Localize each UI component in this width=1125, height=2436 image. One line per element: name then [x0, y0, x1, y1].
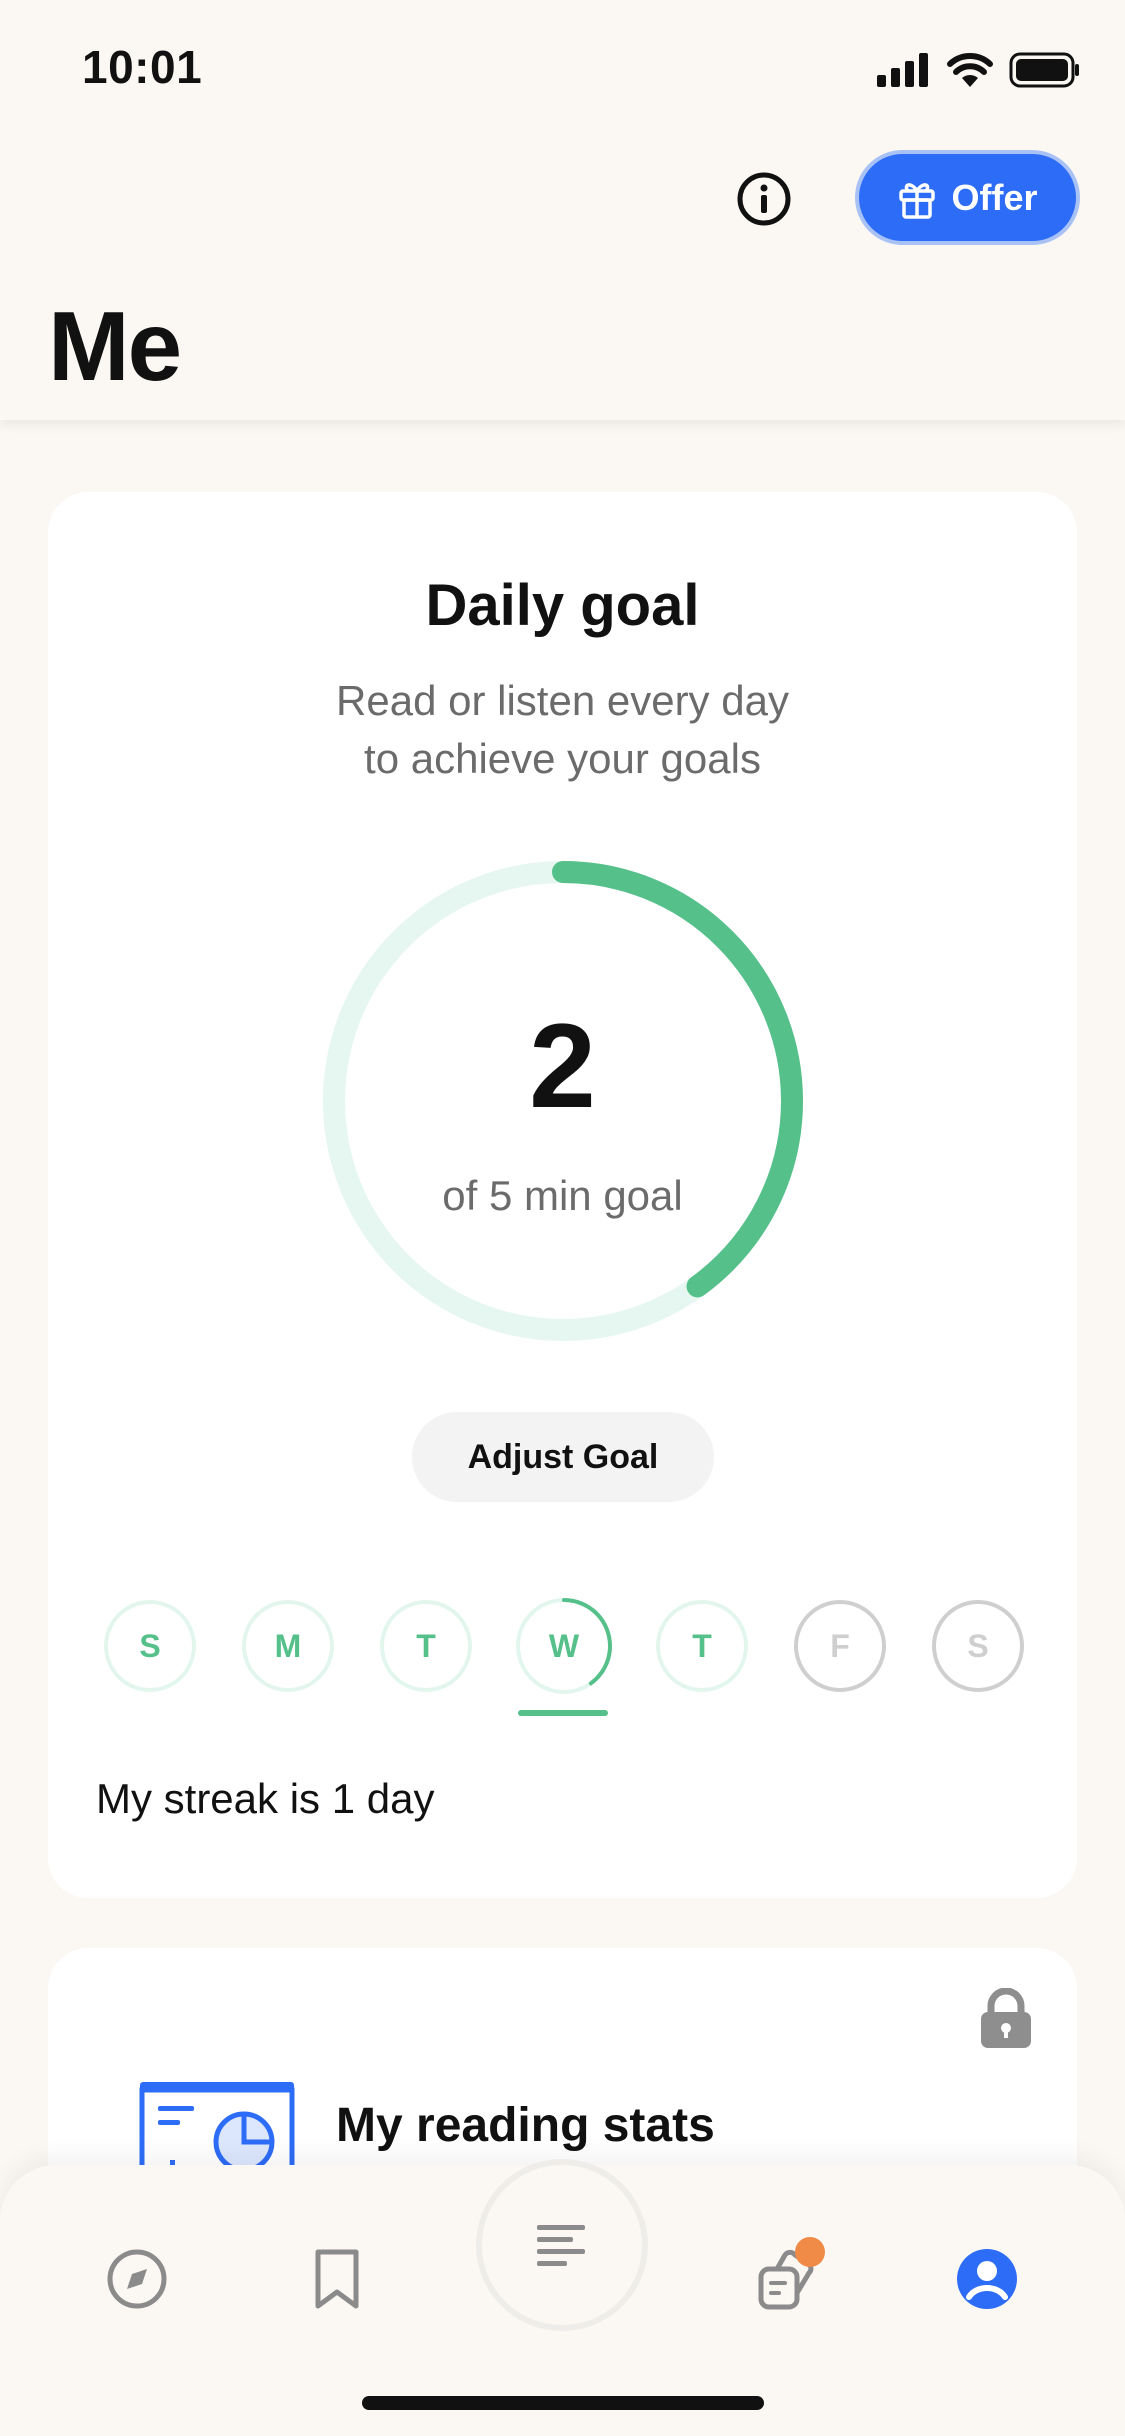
offer-label: Offer	[951, 176, 1038, 218]
daily-goal-title: Daily goal	[425, 573, 700, 638]
day-wednesday[interactable]: W	[516, 1598, 612, 1694]
status-icons	[877, 50, 1081, 90]
home-indicator	[362, 2396, 764, 2410]
today-progress-ring	[516, 1598, 612, 1694]
today-indicator	[518, 1710, 608, 1716]
battery-icon	[1009, 52, 1079, 88]
day-label: F	[830, 1627, 850, 1664]
goal-progress-label: of 5 min goal	[442, 1172, 683, 1219]
day-tuesday[interactable]: T	[380, 1600, 472, 1692]
top-bar: Offer	[0, 135, 1125, 265]
week-days: S M T W T F S	[104, 1598, 1034, 1720]
day-label: T	[416, 1627, 436, 1664]
info-icon[interactable]	[736, 171, 792, 227]
daily-goal-card: Daily goal Read or listen every day to a…	[48, 492, 1077, 1898]
day-label: S	[967, 1627, 989, 1664]
offer-button[interactable]: Offer	[855, 150, 1080, 245]
tab-saved[interactable]	[305, 2247, 369, 2311]
day-label: S	[139, 1627, 161, 1664]
day-label: M	[274, 1627, 302, 1664]
day-monday[interactable]: M	[242, 1600, 334, 1692]
bookmark-icon	[315, 2249, 359, 2309]
day-friday[interactable]: F	[794, 1600, 886, 1692]
tab-explore[interactable]	[105, 2247, 169, 2311]
day-saturday[interactable]: S	[932, 1600, 1024, 1692]
day-sunday[interactable]: S	[104, 1600, 196, 1692]
daily-goal-subtitle: Read or listen every day to achieve your…	[48, 672, 1077, 788]
reading-stats-title: My reading stats	[336, 2099, 715, 2152]
status-bar: 10:01	[0, 0, 1125, 135]
day-thursday[interactable]: T	[656, 1600, 748, 1692]
signal-icon	[877, 53, 928, 87]
wifi-icon	[947, 53, 993, 87]
notification-badge	[795, 2237, 825, 2267]
library-icon	[537, 2225, 585, 2266]
status-time: 10:01	[82, 41, 203, 93]
tab-profile[interactable]	[955, 2247, 1019, 2311]
adjust-goal-button[interactable]: Adjust Goal	[412, 1412, 714, 1502]
goal-progress-value: 2	[529, 999, 596, 1133]
tab-library[interactable]	[476, 2159, 648, 2331]
profile-icon	[957, 2249, 1017, 2309]
day-label: T	[692, 1627, 712, 1664]
page-title: Me	[48, 291, 182, 401]
streak-text: My streak is 1 day	[96, 1775, 435, 1822]
daily-goal-subtitle-line2: to achieve your goals	[364, 735, 761, 782]
gift-icon	[899, 182, 936, 219]
title-area: Me	[0, 265, 1125, 420]
compass-icon	[107, 2249, 167, 2309]
daily-goal-subtitle-line1: Read or listen every day	[336, 677, 789, 724]
tab-highlights[interactable]	[755, 2237, 825, 2311]
lock-icon	[981, 1988, 1031, 2048]
